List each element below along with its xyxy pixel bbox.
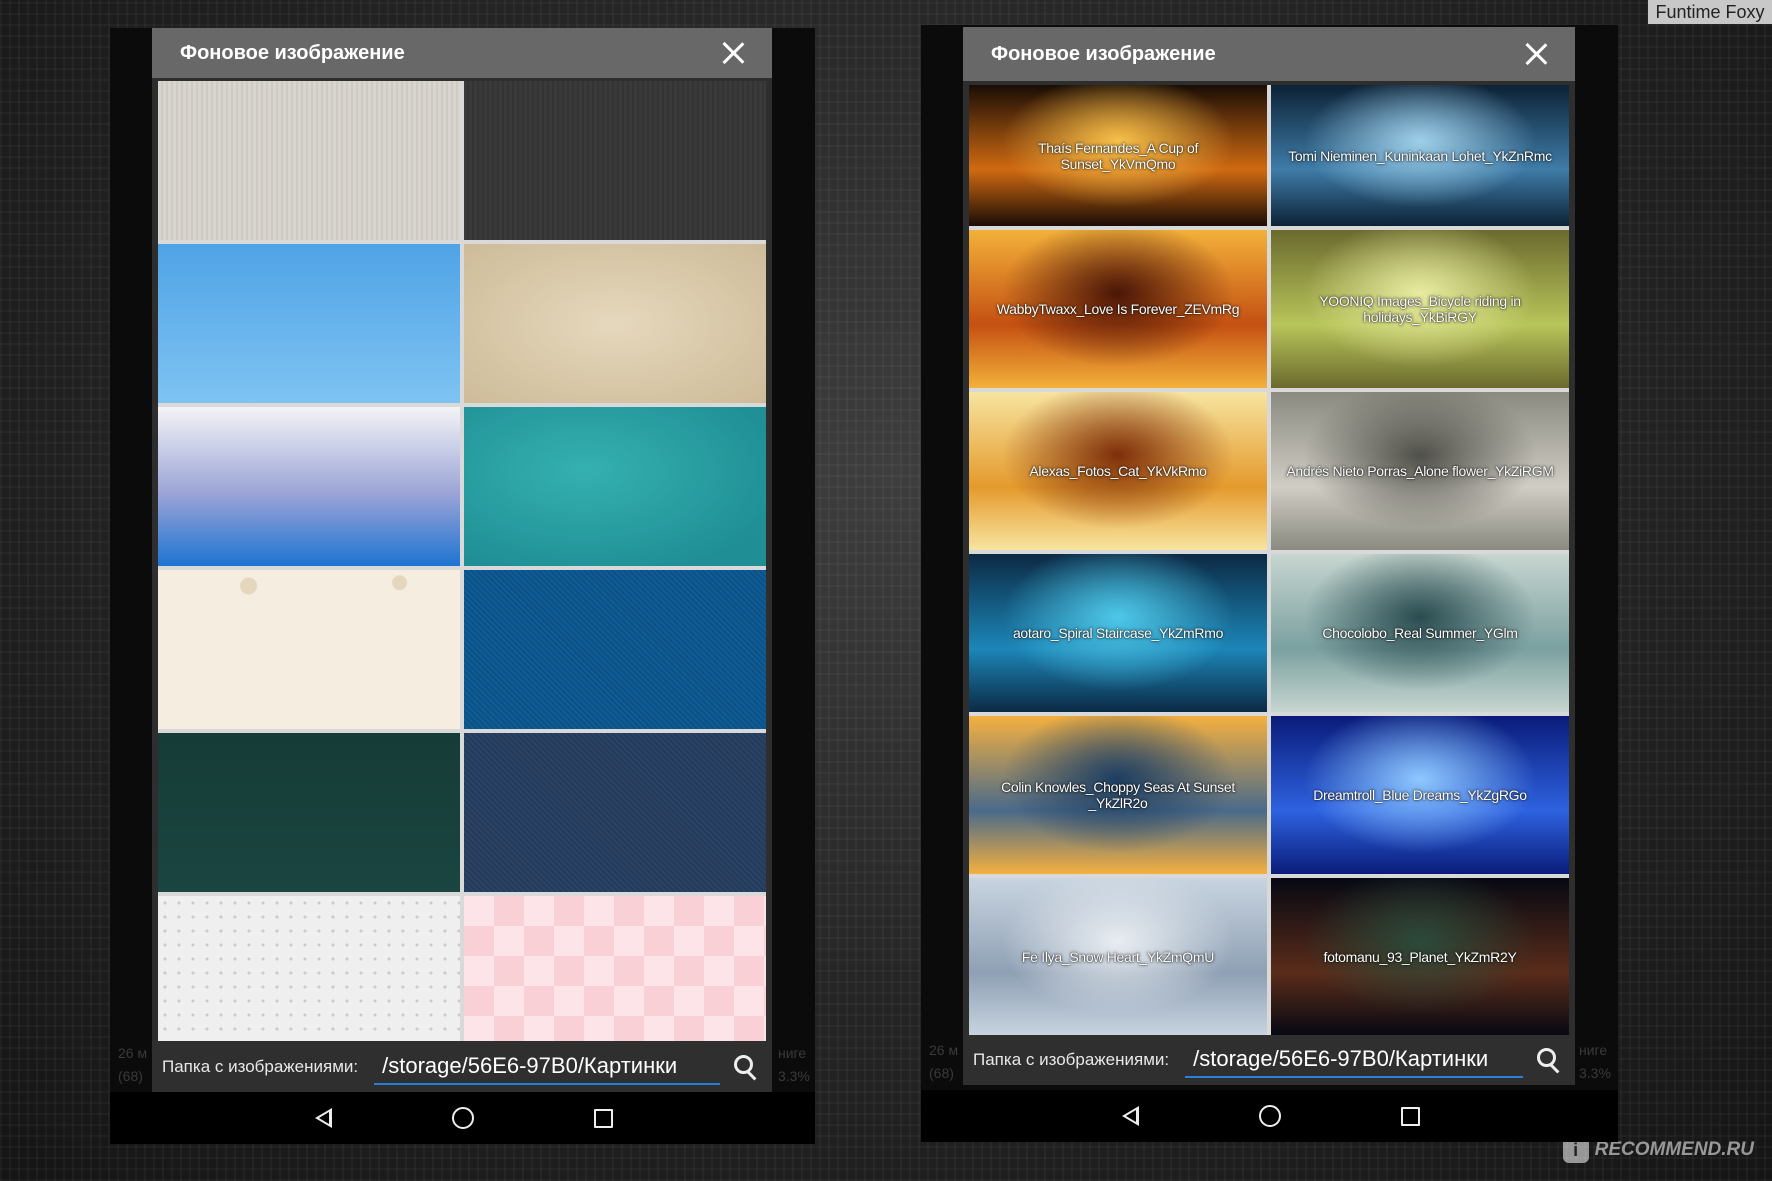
- watermark-bottom-text: RECOMMEND.RU: [1594, 1139, 1754, 1160]
- side-text: ниге: [778, 1045, 807, 1061]
- tile-label: Colin Knowles_Choppy Seas At Sunset _YkZ…: [1001, 779, 1235, 811]
- tile-label: Andrés Nieto Porras_Alone flower_YkZiRGM: [1286, 463, 1554, 479]
- side-text: 3.3%: [778, 1068, 810, 1084]
- background-tile[interactable]: YOONIQ Images_Bicycle riding in holidays…: [1271, 230, 1569, 388]
- background-tile[interactable]: WabbyTwaxx_Love Is Forever_ZEVmRg: [969, 230, 1267, 388]
- dialog-title: Фоновое изображение: [180, 41, 405, 64]
- tile-label: Chocolobo_Real Summer_YGlm: [1322, 625, 1518, 641]
- background-tile[interactable]: Colin Knowles_Choppy Seas At Sunset _YkZ…: [969, 716, 1267, 874]
- background-tile[interactable]: [158, 733, 460, 892]
- folder-label: Папка с изображениями:: [162, 1057, 359, 1076]
- background-tile[interactable]: [158, 570, 460, 729]
- background-tile[interactable]: Chocolobo_Real Summer_YGlm: [1271, 554, 1569, 712]
- background-grid: [158, 81, 766, 1041]
- background-grid: Thaís Fernandes_A Cup of Sunset_YkVmQmo T…: [969, 85, 1569, 1036]
- background-tile[interactable]: aotaro_Spiral Staircase_YkZmRmo: [969, 554, 1267, 712]
- nav-back-icon[interactable]: [1115, 1101, 1145, 1131]
- folder-path-input[interactable]: [1185, 1042, 1523, 1078]
- folder-path-input[interactable]: [374, 1049, 720, 1085]
- tile-label: YOONIQ Images_Bicycle riding in holidays…: [1319, 293, 1521, 325]
- background-tile[interactable]: Andrés Nieto Porras_Alone flower_YkZiRGM: [1271, 392, 1569, 550]
- tile-label: fotomanu_93_Planet_YkZmR2Y: [1323, 949, 1517, 965]
- tile-label: aotaro_Spiral Staircase_YkZmRmo: [1012, 625, 1224, 641]
- background-tile[interactable]: [464, 570, 766, 729]
- nav-home-icon[interactable]: [448, 1103, 478, 1133]
- side-text: 26 м: [929, 1042, 959, 1058]
- tile-label: Alexas_Fotos_Cat_YkVkRmo: [1029, 463, 1207, 479]
- folder-label: Папка с изображениями:: [973, 1050, 1170, 1069]
- phone-screen-left: 26 м (68) ниге 3.3% Фоновое изображение …: [110, 28, 815, 1144]
- side-text: (68): [118, 1068, 143, 1084]
- side-text: ниге: [1579, 1042, 1608, 1058]
- background-tile[interactable]: fotomanu_93_Planet_YkZmR2Y: [1271, 878, 1569, 1036]
- background-tile[interactable]: [158, 407, 460, 566]
- dialog-title: Фоновое изображение: [991, 42, 1216, 65]
- background-tile[interactable]: Dreamtroll_Blue Dreams_YkZgRGo: [1271, 716, 1569, 874]
- dialog-titlebar: Фоновое изображение: [963, 27, 1575, 81]
- background-tile[interactable]: Thaís Fernandes_A Cup of Sunset_YkVmQmo: [969, 85, 1267, 226]
- background-tile[interactable]: [464, 244, 766, 403]
- tile-label: WabbyTwaxx_Love Is Forever_ZEVmRg: [996, 301, 1240, 317]
- side-text: 26 м: [118, 1045, 148, 1061]
- background-tile[interactable]: Fe Ilya_Snow Heart_YkZmQmU: [969, 878, 1267, 1036]
- folder-bar: Папка с изображениями:: [152, 1042, 772, 1092]
- side-text: (68): [929, 1065, 954, 1081]
- tile-label: Dreamtroll_Blue Dreams_YkZgRGo: [1313, 787, 1527, 803]
- dialog-titlebar: Фоновое изображение: [152, 28, 772, 78]
- tile-label: Tomi Nieminen_Kuninkaan Lohet_YkZnRmc: [1288, 147, 1552, 164]
- side-text: 3.3%: [1579, 1065, 1611, 1081]
- close-icon[interactable]: [1519, 37, 1553, 71]
- tile-label: Fe Ilya_Snow Heart_YkZmQmU: [1021, 949, 1215, 965]
- background-tile[interactable]: Tomi Nieminen_Kuninkaan Lohet_YkZnRmc: [1271, 85, 1569, 226]
- nav-recent-icon[interactable]: [1395, 1101, 1425, 1131]
- background-tile[interactable]: [158, 81, 460, 240]
- close-icon[interactable]: [716, 36, 750, 70]
- android-nav-bar: [110, 1092, 815, 1144]
- background-tile[interactable]: [464, 81, 766, 240]
- background-image-dialog: Фоновое изображение Папка с изображениям…: [152, 28, 772, 1092]
- background-image-dialog: Фоновое изображение Thaís Fernandes_A Cu…: [963, 27, 1575, 1085]
- tile-label: Thaís Fernandes_A Cup of Sunset_YkVmQmo: [1037, 139, 1199, 172]
- phone-screen-right: 26 м (68) ниге 3.3% Фоновое изображение …: [921, 25, 1618, 1142]
- background-tile[interactable]: [464, 896, 766, 1041]
- background-tile[interactable]: [158, 244, 460, 403]
- watermark-top: Funtime Foxy: [1648, 0, 1772, 24]
- nav-recent-icon[interactable]: [588, 1103, 618, 1133]
- nav-back-icon[interactable]: [308, 1103, 338, 1133]
- background-tile[interactable]: [464, 407, 766, 566]
- background-tile[interactable]: Alexas_Fotos_Cat_YkVkRmo: [969, 392, 1267, 550]
- search-icon[interactable]: [728, 1050, 762, 1084]
- background-tile[interactable]: [464, 733, 766, 892]
- folder-bar: Папка с изображениями:: [963, 1035, 1575, 1085]
- background-tile[interactable]: [158, 896, 460, 1041]
- search-icon[interactable]: [1531, 1043, 1565, 1077]
- android-nav-bar: [921, 1090, 1618, 1142]
- nav-home-icon[interactable]: [1255, 1101, 1285, 1131]
